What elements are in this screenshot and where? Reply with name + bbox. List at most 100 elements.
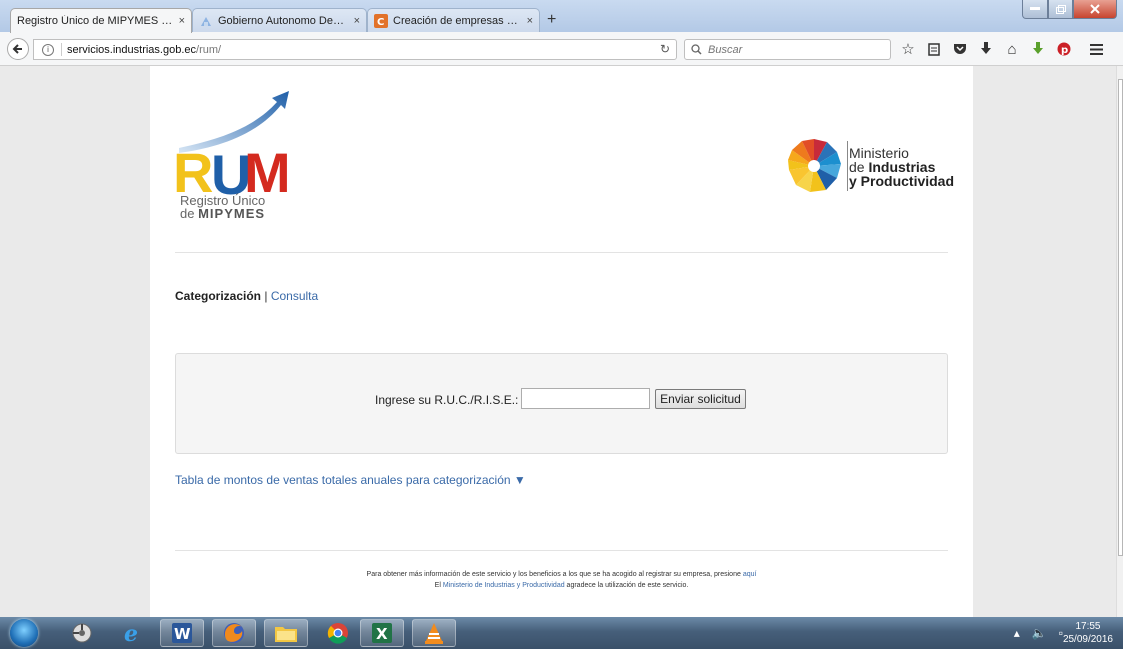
internet-explorer-icon: e <box>124 621 138 645</box>
window-controls <box>1022 0 1117 19</box>
bookmark-star-icon[interactable]: ☆ <box>895 39 921 59</box>
back-button[interactable] <box>7 38 29 60</box>
footer-line2-suffix: agradece la utilización de este servicio… <box>564 582 689 589</box>
minimize-icon <box>1030 7 1040 10</box>
ministry-line2: de Industrias <box>849 160 954 174</box>
ruc-input[interactable] <box>521 388 650 409</box>
tab-title: Creación de empresas - Cr... <box>393 14 521 27</box>
start-button[interactable] <box>10 619 38 647</box>
vertical-scrollbar[interactable] <box>1116 66 1123 617</box>
info-icon[interactable]: i <box>42 43 54 56</box>
excel-icon: X <box>372 623 392 643</box>
taskbar-word[interactable]: W <box>160 619 204 647</box>
nav-consulta-link[interactable]: Consulta <box>271 289 318 303</box>
search-icon <box>691 44 702 55</box>
tab-title: Gobierno Autonomo Desc... <box>218 14 348 27</box>
nav-separator: | <box>261 289 271 303</box>
minimize-button[interactable] <box>1022 0 1048 19</box>
download-arrow-icon <box>981 42 991 54</box>
taskbar-vlc[interactable] <box>412 619 456 647</box>
taskbar-excel[interactable]: X <box>360 619 404 647</box>
clock-time: 17:55 <box>1075 621 1101 632</box>
ministry-line3: y Productividad <box>849 173 955 189</box>
pinterest-icon[interactable]: p <box>1051 39 1077 59</box>
green-download-icon[interactable] <box>1025 39 1051 59</box>
section-nav: Categorización | Consulta <box>175 289 318 303</box>
footer-line2-prefix: El <box>434 582 443 589</box>
enviar-solicitud-button[interactable]: Enviar solicitud <box>655 389 746 409</box>
close-icon[interactable]: × <box>354 15 360 27</box>
footer-line2: El Ministerio de Industrias y Productivi… <box>175 582 948 589</box>
url-path: /rum/ <box>196 43 222 56</box>
file-explorer-icon <box>275 627 297 642</box>
tab-gobierno-autonomo[interactable]: Gobierno Autonomo Desc... × <box>192 8 367 32</box>
address-bar[interactable]: i servicios.industrias.gob.ec/rum/ ↻ <box>33 39 677 60</box>
system-tray: ▴ 🔈 ▫ <box>1014 626 1063 640</box>
footer-line1: Para obtener más información de este ser… <box>175 571 948 578</box>
pocket-icon[interactable] <box>947 39 973 59</box>
tab-creacion-empresas[interactable]: C Creación de empresas - Cr... × <box>367 8 540 32</box>
footer-aqui-link[interactable]: aquí <box>743 571 757 578</box>
toolbar-icons: ☆ ⌂ p <box>895 39 1109 59</box>
browser-titlebar: Registro Único de MIPYMES - R... × Gobie… <box>0 0 1123 33</box>
svg-text:C: C <box>377 17 384 28</box>
tabla-montos-link[interactable]: Tabla de montos de ventas totales anuale… <box>175 473 526 487</box>
home-icon[interactable]: ⌂ <box>999 39 1025 59</box>
footer-line1-text: Para obtener más información de este ser… <box>366 571 743 578</box>
taskbar-internet-explorer[interactable]: e <box>111 619 155 647</box>
rum-subtitle: Registro Único de MIPYMES <box>180 194 265 220</box>
ruc-label: Ingrese su R.U.C./R.I.S.E.: <box>375 393 519 407</box>
browser-navbar: i servicios.industrias.gob.ec/rum/ ↻ ☆ ⌂… <box>0 32 1123 66</box>
reading-list-icon[interactable] <box>921 39 947 59</box>
ruc-form-panel: Ingrese su R.U.C./R.I.S.E.: Enviar solic… <box>175 353 948 454</box>
page-viewport: R U M Registro Único de MIPYMES Minister… <box>0 66 1116 617</box>
downloads-icon[interactable] <box>973 39 999 59</box>
taskbar-firefox[interactable] <box>212 619 256 647</box>
media-center-icon <box>72 623 92 643</box>
clipboard-icon <box>928 43 940 56</box>
windows-taskbar: e W X ▴ 🔈 ▫ 17:55 25/09/2016 <box>0 617 1123 649</box>
svg-text:W: W <box>174 625 191 643</box>
hamburger-icon <box>1089 43 1103 55</box>
svg-text:p: p <box>1061 45 1068 56</box>
rum-subtitle-line2: de MIPYMES <box>180 207 265 220</box>
nav-categorizacion: Categorización <box>175 289 262 303</box>
page-content: R U M Registro Único de MIPYMES Minister… <box>150 66 973 617</box>
new-tab-button[interactable]: + <box>547 12 556 28</box>
green-arrow-icon <box>1033 42 1043 54</box>
rum-subtitle-bold: MIPYMES <box>198 206 266 221</box>
taskbar-clock[interactable]: 17:55 25/09/2016 <box>1063 620 1113 646</box>
scrollbar-thumb[interactable] <box>1118 79 1123 556</box>
svg-text:X: X <box>376 625 388 643</box>
close-icon <box>1090 4 1100 14</box>
url-divider <box>61 43 62 56</box>
svg-text:e: e <box>124 621 138 645</box>
back-arrow-icon <box>12 44 22 54</box>
footer-ministry-link[interactable]: Ministerio de Industrias y Productividad <box>443 582 565 589</box>
reload-icon[interactable]: ↻ <box>660 42 670 56</box>
menu-icon[interactable] <box>1083 39 1109 59</box>
clock-date: 25/09/2016 <box>1062 634 1113 645</box>
vlc-icon <box>425 623 443 644</box>
tab-registro-mipymes[interactable]: Registro Único de MIPYMES - R... × <box>10 8 192 33</box>
taskbar-chrome[interactable] <box>316 619 360 647</box>
restore-icon <box>1055 4 1066 14</box>
pocket-shield-icon <box>954 44 966 54</box>
close-icon[interactable]: × <box>527 15 533 27</box>
ministry-text: Ministerio de Industrias y Productividad <box>849 146 954 188</box>
search-input[interactable] <box>706 42 880 57</box>
volume-icon[interactable]: 🔈 <box>1032 626 1047 640</box>
ministry-line1: Ministerio <box>849 145 909 161</box>
page-icon <box>201 16 211 26</box>
close-icon[interactable]: × <box>179 15 185 27</box>
maximize-button[interactable] <box>1048 0 1073 19</box>
tab-title: Registro Único de MIPYMES - R... <box>17 15 173 27</box>
firefox-icon <box>224 623 244 643</box>
search-bar[interactable] <box>684 39 891 60</box>
show-hidden-icons[interactable]: ▴ <box>1014 626 1020 640</box>
chrome-icon <box>327 623 348 644</box>
close-window-button[interactable] <box>1073 0 1117 19</box>
taskbar-media-center[interactable] <box>60 619 104 647</box>
taskbar-file-explorer[interactable] <box>264 619 308 647</box>
header-divider <box>175 252 948 253</box>
